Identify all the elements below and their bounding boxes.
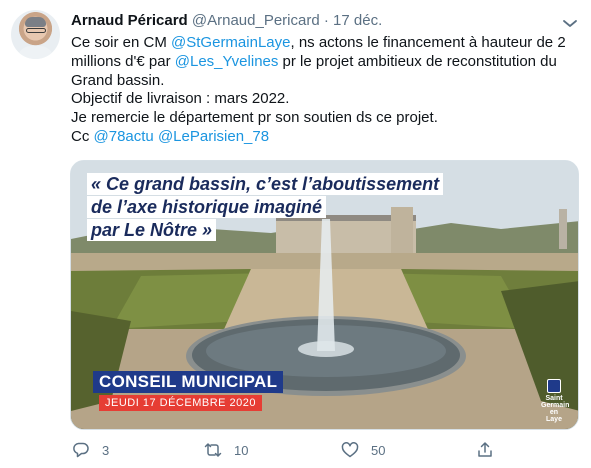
reply-icon <box>73 442 89 458</box>
city-logo-text: Saint <box>545 395 563 402</box>
tweet-date[interactable]: 17 déc. <box>333 12 382 29</box>
quote-line: « Ce grand bassin, c’est l’aboutissement <box>87 173 444 195</box>
avatar[interactable] <box>11 10 60 59</box>
media-quote: « Ce grand bassin, c’est l’aboutissement… <box>87 173 444 242</box>
tweet-text: Ce soir en CM @StGermainLaye, ns actons … <box>71 34 571 147</box>
text-segment: Ce soir en CM <box>71 34 172 51</box>
mention-les-yvelines[interactable]: @Les_Yvelines <box>175 53 279 70</box>
author-handle[interactable]: @Arnaud_Pericard <box>192 12 320 29</box>
mention-leparisien-78[interactable]: @LeParisien_78 <box>158 128 269 145</box>
text-segment: , ns actons le financement à hauteur de … <box>290 34 566 51</box>
city-logo-mark <box>547 379 561 393</box>
city-logo-text: Germain <box>541 402 570 409</box>
city-logo-text: en Laye <box>546 409 562 423</box>
conseil-banner: CONSEIL MUNICIPAL JEUDI 17 DÉCEMBRE 2020 <box>93 371 284 411</box>
tweet-header: Arnaud Péricard @Arnaud_Pericard · 17 dé… <box>71 11 382 31</box>
like-icon <box>341 442 359 458</box>
text-segment: pr le projet ambitieux de reconstitution… <box>278 52 557 70</box>
conseil-title: CONSEIL MUNICIPAL <box>93 371 284 393</box>
more-icon[interactable] <box>561 12 579 30</box>
reply-count: 3 <box>102 442 110 458</box>
retweet-count: 10 <box>234 442 249 458</box>
tweet-actions: 3 10 50 <box>70 436 510 462</box>
header-separator: · <box>323 12 329 29</box>
avatar-hair <box>25 17 46 27</box>
tweet-text-line: Ce soir en CM @StGermainLaye, ns actons … <box>71 34 571 53</box>
quote-line: par Le Nôtre » <box>87 219 217 241</box>
tweet-text-line: Je remercie le département pr son soutie… <box>71 109 438 127</box>
quote-line: de l’axe historique imaginé <box>87 196 327 218</box>
like-count: 50 <box>371 442 386 458</box>
mention-78actu[interactable]: @78actu <box>94 128 154 145</box>
share-icon <box>478 442 492 457</box>
tweet-text-line: Grand bassin. <box>71 71 165 89</box>
text-segment: Cc <box>71 127 94 145</box>
author-name[interactable]: Arnaud Péricard <box>71 12 188 29</box>
tweet: Arnaud Péricard @Arnaud_Pericard · 17 dé… <box>0 0 591 468</box>
share-button[interactable] <box>476 440 506 460</box>
conseil-date: JEUDI 17 DÉCEMBRE 2020 <box>99 395 262 411</box>
like-button[interactable]: 50 <box>341 440 385 460</box>
tweet-text-line: Cc @78actu @LeParisien_78 <box>71 128 571 147</box>
reply-button[interactable]: 3 <box>72 440 109 460</box>
tweet-media-image[interactable]: « Ce grand bassin, c’est l’aboutissement… <box>70 160 579 430</box>
text-segment: millions d'€ par <box>71 52 175 70</box>
retweet-button[interactable]: 10 <box>204 440 248 460</box>
tweet-text-line: millions d'€ par @Les_Yvelines pr le pro… <box>71 53 571 72</box>
tweet-text-line: Objectif de livraison : mars 2022. <box>71 90 290 108</box>
avatar-body <box>17 46 54 59</box>
retweet-icon <box>204 443 222 457</box>
mention-stgermainlaye[interactable]: @StGermainLaye <box>171 34 290 51</box>
avatar-glasses <box>26 28 46 33</box>
city-logo: Saint Germain en Laye <box>541 379 570 423</box>
